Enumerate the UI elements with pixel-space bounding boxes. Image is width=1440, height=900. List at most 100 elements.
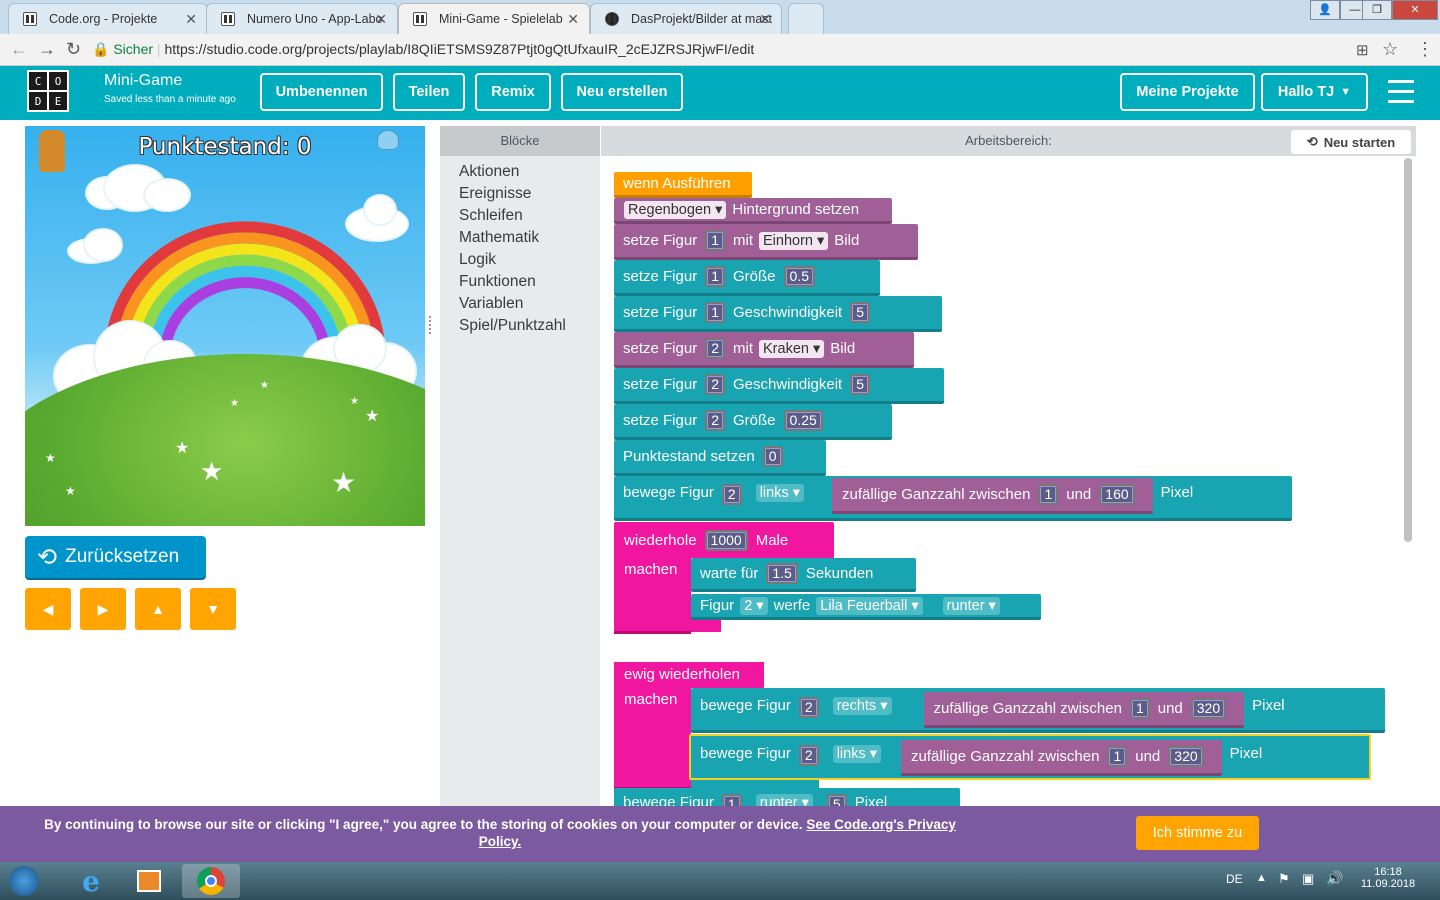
tray-arrow-icon[interactable]: ▲ (1256, 872, 1267, 884)
block-set-sprite-speed-1[interactable]: setze Figur 1 Geschwindigkeit 5 (614, 296, 942, 332)
close-tab-icon[interactable]: ✕ (185, 11, 197, 28)
codeorg-header: C O D E Mini-Game Saved less than a minu… (0, 66, 1440, 120)
block-set-sprite-speed-2[interactable]: setze Figur 2 Geschwindigkeit 5 (614, 368, 944, 404)
secure-label: Sicher (113, 41, 154, 57)
remix-button[interactable]: Remix (475, 73, 551, 111)
rename-button[interactable]: Umbenennen (260, 73, 383, 111)
network-icon[interactable]: ▣ (1302, 871, 1314, 887)
block-random-int[interactable]: zufällige Ganzzahl zwischen 1 und 160 (832, 478, 1153, 514)
direction-dropdown[interactable]: runter ▾ (942, 596, 1000, 615)
share-button[interactable]: Teilen (393, 73, 465, 111)
url-field[interactable]: 🔒 Sicher | https://studio.code.org/proje… (92, 38, 1408, 62)
new-project-button[interactable]: Neu erstellen (561, 73, 683, 111)
flag-icon[interactable]: ⚑ (1278, 871, 1290, 887)
github-favicon-icon (605, 12, 619, 26)
block-set-score[interactable]: Punktestand setzen 0 (614, 440, 826, 476)
hamburger-menu-icon[interactable] (1388, 80, 1414, 103)
restart-button[interactable]: ⟲ Neu starten (1291, 130, 1411, 154)
block-when-run[interactable]: wenn Ausführen (614, 172, 752, 198)
block-set-sprite-size-1[interactable]: setze Figur 1 Größe 0.5 (614, 260, 880, 296)
reset-button[interactable]: ⟲ Zurücksetzen (25, 536, 206, 578)
category-math[interactable]: Mathematik (459, 229, 539, 247)
block-random-int[interactable]: zufällige Ganzzahl zwischen 1 und 320 (923, 692, 1245, 728)
score-display: Punktestand: 0 (138, 134, 312, 160)
block-move-sprite-1[interactable]: bewege Figur 2 links ▾ zufällige Ganzzahl z… (614, 476, 1292, 521)
up-arrow-button[interactable]: ▲ (135, 588, 181, 630)
image-dropdown[interactable]: Kraken ▾ (759, 339, 825, 358)
image-dropdown[interactable]: Einhorn ▾ (759, 231, 829, 250)
chrome-icon[interactable] (182, 864, 240, 898)
workspace-scrollbar[interactable] (1404, 158, 1412, 542)
bookmark-star-icon[interactable]: ☆ (1382, 39, 1398, 60)
block-forever[interactable]: ewig wiederholen (614, 662, 764, 688)
close-tab-icon[interactable]: ✕ (759, 11, 771, 28)
block-repeat[interactable]: wiederhole 1000 Male (614, 522, 834, 558)
category-events[interactable]: Ereignisse (459, 185, 531, 203)
volume-icon[interactable]: 🔊 (1326, 870, 1343, 887)
sprite-dropdown[interactable]: 2 ▾ (740, 596, 768, 615)
direction-dropdown[interactable]: links ▾ (755, 484, 805, 502)
close-tab-icon[interactable]: ✕ (567, 11, 579, 28)
address-bar: ← → ↻ 🔒 Sicher | https://studio.code.org… (0, 34, 1440, 66)
saved-status: Saved less than a minute ago (104, 94, 236, 105)
toolbox-header: Blöcke (440, 126, 600, 156)
close-tab-icon[interactable]: ✕ (375, 11, 387, 28)
category-variables[interactable]: Variablen (459, 295, 523, 313)
block-set-background[interactable]: Regenbogen ▾ Hintergrund setzen (614, 198, 892, 224)
reload-icon[interactable]: ↻ (66, 39, 81, 60)
new-tab-button[interactable] (788, 3, 824, 34)
hill (25, 354, 425, 526)
internet-explorer-icon[interactable]: e (64, 864, 118, 898)
toolbox: Aktionen Ereignisse Schleifen Mathematik… (440, 156, 600, 806)
background-dropdown[interactable]: Regenbogen ▾ (624, 200, 727, 219)
menu-dots-icon[interactable]: ⋮ (1416, 39, 1434, 60)
browser-tab-minigame[interactable]: Mini-Game - Spielelab ✕ (398, 3, 590, 35)
project-title: Mini-Game (104, 72, 183, 89)
block-set-sprite-image-1[interactable]: setze Figur 1 mit Einhorn ▾ Bild (614, 224, 918, 260)
block-throw[interactable]: Figur 2 ▾ werfe Lila Feuerball ▾ runter ▾ (691, 594, 1041, 620)
right-arrow-button[interactable]: ▶ (80, 588, 126, 630)
browser-tab-projects[interactable]: Code.org - Projekte ✕ (8, 3, 208, 34)
browser-tab-bar: Code.org - Projekte ✕ Numero Uno - App-La… (0, 0, 1440, 35)
cookie-agree-button[interactable]: Ich stimme zu (1136, 816, 1259, 850)
translate-icon[interactable]: ⊞ (1356, 41, 1369, 59)
language-indicator[interactable]: DE (1226, 872, 1243, 886)
block-wait[interactable]: warte für 1.5 Sekunden (691, 558, 916, 592)
user-icon[interactable]: 👤 (1310, 0, 1340, 20)
media-player-icon[interactable] (122, 864, 176, 898)
block-random-int[interactable]: zufällige Ganzzahl zwischen 1 und 320 (901, 740, 1222, 776)
close-window-icon[interactable]: ✕ (1392, 0, 1438, 20)
caret-down-icon: ▼ (1340, 86, 1352, 98)
category-actions[interactable]: Aktionen (459, 163, 519, 181)
block-set-sprite-size-2[interactable]: setze Figur 2 Größe 0.25 (614, 404, 892, 440)
left-arrow-button[interactable]: ◀ (25, 588, 71, 630)
codeorg-logo[interactable]: C O D E (27, 70, 69, 112)
forward-icon[interactable]: → (38, 39, 56, 60)
projectile-dropdown[interactable]: Lila Feuerball ▾ (816, 596, 923, 615)
category-functions[interactable]: Funktionen (459, 273, 536, 291)
clock[interactable]: 16:18 11.09.2018 (1360, 866, 1416, 890)
category-logic[interactable]: Logik (459, 251, 496, 269)
down-arrow-button[interactable]: ▼ (190, 588, 236, 630)
user-menu-button[interactable]: Hallo TJ ▼ (1261, 73, 1368, 111)
windows-start-icon[interactable] (2, 864, 46, 898)
codeorg-favicon-icon (413, 12, 427, 26)
reset-icon: ⟲ (37, 543, 58, 571)
category-game-score[interactable]: Spiel/Punktzahl (459, 317, 566, 335)
browser-tab-applab[interactable]: Numero Uno - App-Labo ✕ (206, 3, 398, 34)
resize-handle[interactable] (429, 316, 433, 334)
browser-tab-github[interactable]: DasProjekt/Bilder at mast ✕ (590, 3, 782, 34)
direction-dropdown[interactable]: rechts ▾ (832, 697, 892, 715)
block-set-sprite-image-2[interactable]: setze Figur 2 mit Kraken ▾ Bild (614, 332, 914, 368)
codeorg-favicon-icon (221, 12, 235, 26)
codeorg-favicon-icon (23, 12, 37, 26)
back-icon[interactable]: ← (10, 39, 28, 60)
windows-taskbar: e DE ▲ ⚑ ▣ 🔊 16:18 11.09.2018 (0, 862, 1440, 900)
block-move-sprite-2[interactable]: bewege Figur 2 rechts ▾ zufällige Ganzzahl … (691, 688, 1385, 733)
game-canvas[interactable]: ★ ★ ★ ★ ★ ★ ★ ★ ★ Punktestand: 0 (25, 126, 425, 526)
direction-dropdown[interactable]: links ▾ (832, 745, 882, 763)
block-move-sprite-3[interactable]: bewege Figur 2 links ▾ zufällige Ganzzahl z… (689, 734, 1371, 780)
my-projects-button[interactable]: Meine Projekte (1120, 73, 1255, 111)
maximize-icon[interactable]: ❐ (1362, 0, 1392, 20)
category-loops[interactable]: Schleifen (459, 207, 523, 225)
